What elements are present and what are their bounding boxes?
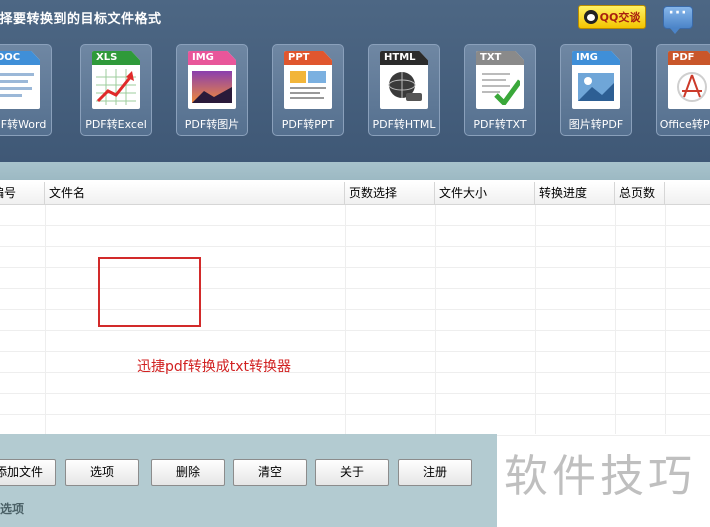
tile-badge: IMG	[572, 51, 620, 65]
add-file-button[interactable]: 添加文件	[0, 459, 56, 486]
pdf-document-icon: PDF	[668, 51, 710, 109]
divider-band	[0, 162, 710, 180]
tile-label: PDF转图片	[184, 118, 240, 131]
html-document-icon: HTML	[380, 51, 428, 109]
table-row	[0, 331, 710, 352]
table-row	[0, 394, 710, 415]
tile-label: 图片转PDF	[568, 118, 624, 131]
message-bubble-icon[interactable]	[663, 5, 693, 34]
ppt-document-icon: PPT	[284, 51, 332, 109]
tile-label: PDF转PPT	[281, 118, 335, 131]
output-options-heading: 输出选项	[0, 502, 25, 516]
annotation-text: 迅捷pdf转换成txt转换器	[137, 359, 291, 375]
options-button[interactable]: 选项	[65, 459, 139, 486]
table-row	[0, 205, 710, 226]
column-index[interactable]: 编号	[0, 182, 45, 204]
table-row	[0, 352, 710, 373]
grid-divider	[435, 205, 436, 434]
tile-badge: TXT	[476, 51, 524, 65]
tile-badge: DOC	[0, 51, 40, 65]
column-total-pages[interactable]: 总页数	[615, 182, 665, 204]
file-table-header: 编号 文件名 页数选择 文件大小 转换进度 总页数	[0, 182, 710, 205]
grid-divider	[665, 205, 666, 434]
picture-document-icon: IMG	[572, 51, 620, 109]
tile-pdf-to-txt[interactable]: TXT PDF转TXT	[464, 44, 536, 136]
grid-divider	[535, 205, 536, 434]
register-button[interactable]: 注册	[398, 459, 472, 486]
tile-pdf-to-html[interactable]: HTML PDF转HTML	[368, 44, 440, 136]
tile-pdf-to-image[interactable]: IMG PDF转图片	[176, 44, 248, 136]
column-progress[interactable]: 转换进度	[535, 182, 615, 204]
excel-document-icon: XLS	[92, 51, 140, 109]
tile-label: PDF转TXT	[473, 118, 527, 131]
grid-divider	[45, 205, 46, 434]
qq-penguin-icon	[583, 10, 598, 24]
qq-chat-label: QQ交谈	[599, 11, 641, 24]
table-row	[0, 226, 710, 247]
tile-badge: PDF	[668, 51, 710, 65]
brand-watermark: 软件技巧	[504, 451, 696, 502]
tile-image-to-pdf[interactable]: IMG 图片转PDF	[560, 44, 632, 136]
word-document-icon: DOC	[0, 51, 40, 109]
tile-label: PDF转Excel	[85, 118, 147, 131]
image-document-icon: IMG	[188, 51, 236, 109]
clear-button[interactable]: 清空	[233, 459, 307, 486]
table-row	[0, 415, 710, 436]
column-page-range[interactable]: 页数选择	[345, 182, 435, 204]
delete-button[interactable]: 删除	[151, 459, 225, 486]
column-file-size[interactable]: 文件大小	[435, 182, 535, 204]
tile-pdf-to-ppt[interactable]: PPT PDF转PPT	[272, 44, 344, 136]
highlight-box	[98, 257, 201, 327]
grid-divider	[615, 205, 616, 434]
tile-pdf-to-word[interactable]: DOC PDF转Word	[0, 44, 52, 136]
about-button[interactable]: 关于	[315, 459, 389, 486]
tile-office-to-pdf[interactable]: PDF Office转PDF	[656, 44, 710, 136]
tile-badge: IMG	[188, 51, 236, 65]
column-filename[interactable]: 文件名	[45, 182, 345, 204]
table-row	[0, 373, 710, 394]
tile-badge: HTML	[380, 51, 428, 65]
tile-badge: XLS	[92, 51, 140, 65]
tile-label: PDF转HTML	[372, 118, 436, 131]
tile-label: PDF转Word	[0, 118, 47, 131]
tile-badge: PPT	[284, 51, 332, 65]
tile-pdf-to-excel[interactable]: XLS PDF转Excel	[80, 44, 152, 136]
qq-chat-button[interactable]: QQ交谈	[578, 5, 646, 29]
tile-label: Office转PDF	[659, 118, 710, 131]
grid-divider	[345, 205, 346, 434]
header-title: 选择要转换到的目标文件格式	[0, 12, 162, 27]
format-header: 选择要转换到的目标文件格式 QQ交谈 DOC PDF转Word XLS	[0, 0, 710, 162]
txt-document-icon: TXT	[476, 51, 524, 109]
